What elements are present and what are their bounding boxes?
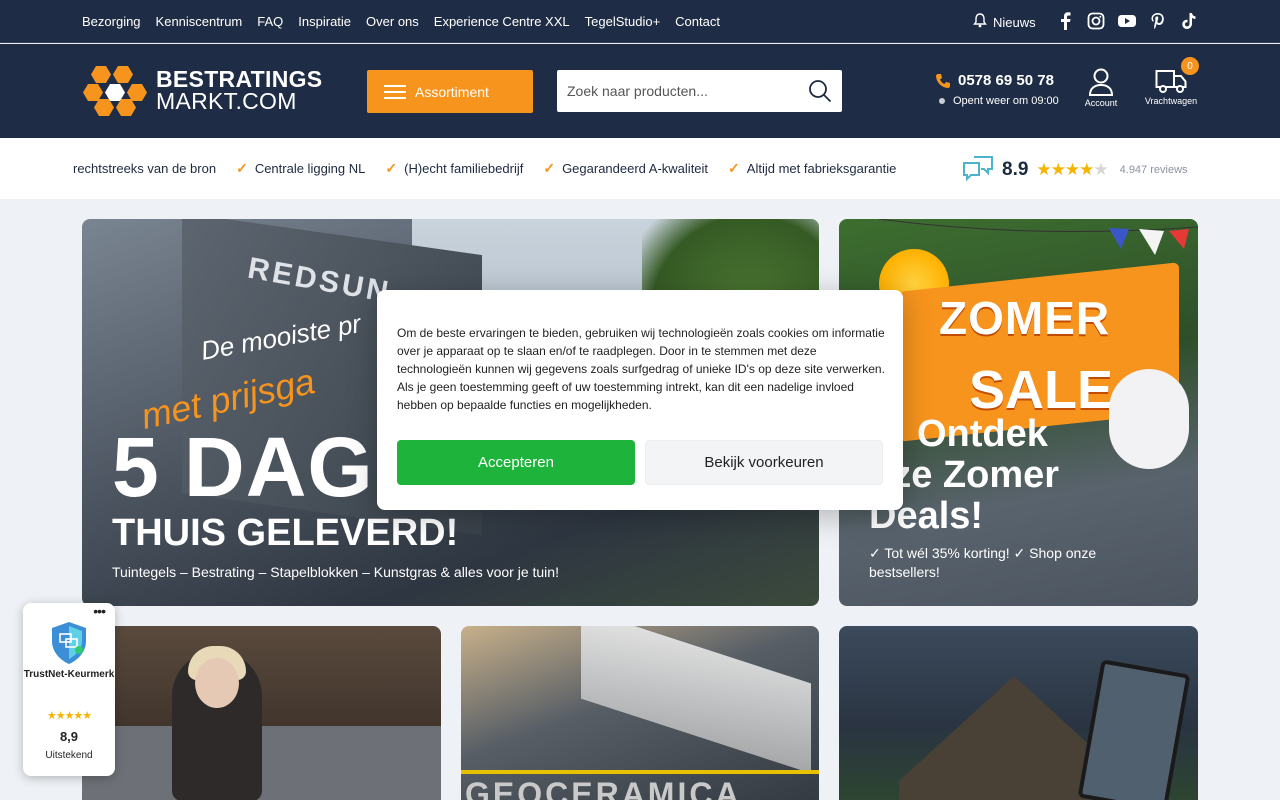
top-bar: Bezorging Kenniscentrum FAQ Inspiratie O… bbox=[0, 0, 1280, 43]
tile-slab-shape bbox=[581, 626, 811, 774]
assortiment-menu-button[interactable]: Assortiment bbox=[367, 70, 533, 113]
geoceramica-text: GEOCERAMICA bbox=[465, 776, 742, 800]
speech-bubbles-icon bbox=[963, 156, 993, 182]
trustnet-widget[interactable]: ••• TrustNet-Keurmerk ★★★★★ 8,9 Uitsteke… bbox=[23, 603, 115, 776]
site-logo[interactable]: BESTRATINGS MARKT.COM bbox=[82, 64, 322, 116]
nav-link-inspiratie[interactable]: Inspiratie bbox=[298, 14, 351, 29]
garden-mirror-shape bbox=[1077, 659, 1191, 800]
usp-text: Altijd met fabrieksgarantie bbox=[746, 161, 897, 176]
trustnet-name: TrustNet-Keurmerk bbox=[23, 669, 115, 680]
usp-item: ✓ Gegarandeerd A-kwaliteit bbox=[543, 160, 708, 177]
usp-text: Gegarandeerd A-kwaliteit bbox=[562, 161, 709, 176]
assortiment-label: Assortiment bbox=[415, 83, 489, 100]
account-button[interactable]: Account bbox=[1081, 68, 1121, 108]
nav-link-bezorging[interactable]: Bezorging bbox=[82, 14, 141, 29]
phone-number: 0578 69 50 78 bbox=[958, 72, 1054, 89]
main-header: BESTRATINGS MARKT.COM Assortiment 0578 6… bbox=[0, 44, 1280, 138]
cart-count-badge: 0 bbox=[1181, 57, 1199, 75]
cookie-text: Om de beste ervaringen te bieden, gebrui… bbox=[397, 326, 885, 412]
logo-line-2: MARKT.COM bbox=[156, 88, 297, 114]
opening-hours: Opent weer om 09:00 bbox=[953, 95, 1059, 107]
hero-subheadline: THUIS GELEVERD! bbox=[112, 512, 459, 554]
nav-link-over-ons[interactable]: Over ons bbox=[366, 14, 419, 29]
phone-block[interactable]: 0578 69 50 78 Opent weer om 09:00 bbox=[935, 72, 1059, 107]
view-preferences-button[interactable]: Bekijk voorkeuren bbox=[645, 440, 883, 485]
hero-side-text: ✓ Tot wél 35% korting! ✓ Shop onze bests… bbox=[869, 545, 1097, 580]
usp-item: rechtstreeks van de bron bbox=[73, 161, 216, 176]
truck-icon bbox=[1155, 70, 1187, 93]
cookie-consent-dialog: Om de beste ervaringen te bieden, gebrui… bbox=[377, 290, 903, 510]
review-rating[interactable]: 8.9 ★★★★★ 4.947 reviews bbox=[962, 155, 1188, 185]
search-bar bbox=[557, 70, 842, 112]
trustnet-label: Uitstekend bbox=[45, 750, 93, 761]
accept-cookies-button[interactable]: Accepteren bbox=[397, 440, 635, 485]
usp-item: ✓ Altijd met fabrieksgarantie bbox=[728, 160, 896, 177]
trustnet-shield-icon bbox=[52, 622, 86, 664]
usp-item: ✓ Centrale ligging NL bbox=[236, 160, 365, 177]
review-count: 4.947 reviews bbox=[1119, 164, 1188, 176]
logo-wordmark: BESTRATINGS MARKT.COM bbox=[156, 66, 323, 114]
rating-stars-icon: ★★★★★ bbox=[1036, 160, 1108, 179]
search-button[interactable] bbox=[798, 70, 842, 112]
bell-icon bbox=[973, 13, 987, 31]
zomer-word: ZOMER bbox=[939, 292, 1111, 344]
user-icon bbox=[1088, 68, 1114, 96]
check-icon: ✓ bbox=[385, 160, 398, 176]
instagram-icon[interactable] bbox=[1087, 12, 1105, 30]
trustnet-stars-icon: ★★★★★ bbox=[46, 710, 92, 722]
category-tile-lifestyle[interactable] bbox=[82, 626, 441, 800]
nav-link-experience-centre[interactable]: Experience Centre XXL bbox=[434, 14, 570, 29]
category-tile-garden[interactable] bbox=[839, 626, 1198, 800]
honeycomb-logo-icon bbox=[83, 66, 147, 116]
news-label: Nieuws bbox=[993, 14, 1036, 30]
status-dot bbox=[939, 98, 945, 104]
usp-text: Centrale ligging NL bbox=[254, 161, 366, 176]
usp-text: rechtstreeks van de bron bbox=[73, 161, 217, 176]
nav-link-kenniscentrum[interactable]: Kenniscentrum bbox=[156, 14, 243, 29]
pinterest-icon[interactable] bbox=[1149, 12, 1167, 30]
brand-stripe bbox=[461, 770, 819, 774]
more-options-icon[interactable]: ••• bbox=[93, 603, 106, 619]
top-navigation: Bezorging Kenniscentrum FAQ Inspiratie O… bbox=[82, 0, 720, 43]
check-icon: ✓ bbox=[543, 160, 556, 176]
search-icon bbox=[809, 80, 832, 103]
youtube-icon[interactable] bbox=[1118, 12, 1136, 30]
usp-bar: rechtstreeks van de bron ✓ Centrale liggi… bbox=[0, 138, 1280, 199]
facebook-icon[interactable] bbox=[1056, 12, 1074, 30]
nav-link-faq[interactable]: FAQ bbox=[257, 14, 283, 29]
hamburger-icon bbox=[384, 84, 406, 99]
usp-list: rechtstreeks van de bron ✓ Centrale liggi… bbox=[73, 138, 896, 199]
face-shape bbox=[195, 658, 239, 708]
nav-link-contact[interactable]: Contact bbox=[675, 14, 720, 29]
cart-label: Vrachtwagen bbox=[1144, 96, 1198, 106]
check-icon: ✓ bbox=[236, 160, 248, 176]
tiktok-icon[interactable] bbox=[1180, 12, 1198, 30]
usp-text: (H)echt familiebedrijf bbox=[404, 161, 524, 176]
rating-score: 8.9 bbox=[1002, 159, 1029, 180]
logo-line-1: BESTRATINGS bbox=[156, 66, 323, 92]
account-label: Account bbox=[1084, 98, 1118, 108]
bunting-flags-icon bbox=[878, 219, 1198, 255]
nav-link-tegelstudio[interactable]: TegelStudio+ bbox=[585, 14, 661, 29]
check-icon: ✓ bbox=[728, 160, 740, 176]
category-tile-geoceramica[interactable]: GEOCERAMICA bbox=[461, 626, 819, 800]
unicorn-float bbox=[1109, 369, 1189, 469]
search-input[interactable] bbox=[557, 70, 798, 112]
phone-icon bbox=[936, 73, 950, 88]
usp-item: ✓ (H)echt familiebedrijf bbox=[385, 160, 523, 177]
social-links bbox=[1056, 12, 1198, 30]
hero-tagline: Tuintegels – Bestrating – Stapelblokken … bbox=[112, 564, 559, 580]
news-link[interactable]: Nieuws bbox=[973, 13, 1036, 31]
sale-word: SALE bbox=[969, 360, 1114, 420]
trustnet-score: 8,9 bbox=[59, 729, 79, 744]
